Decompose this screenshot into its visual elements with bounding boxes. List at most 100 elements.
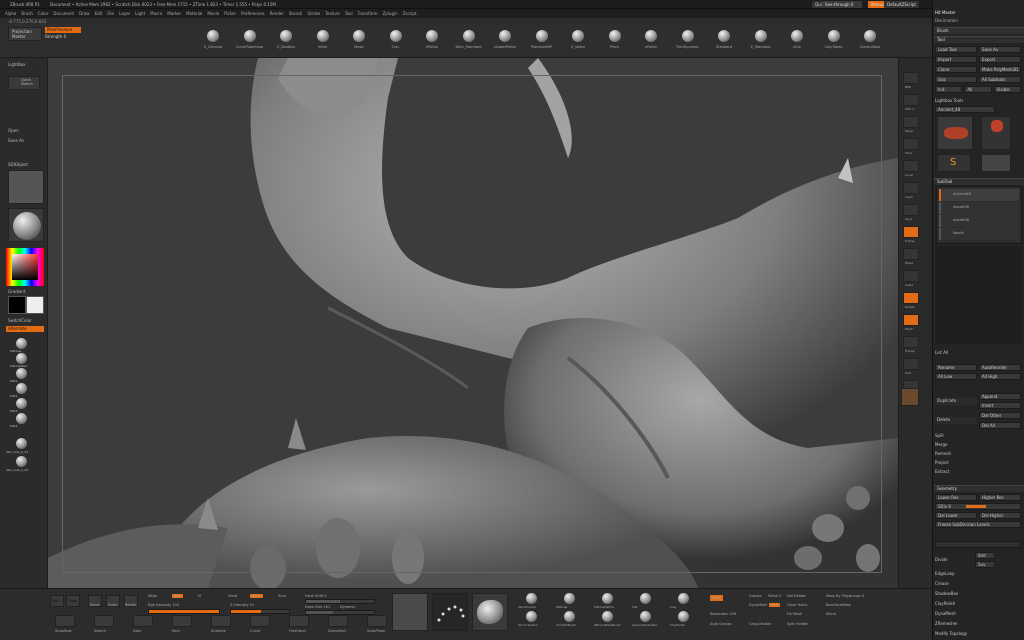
shelf-lsym[interactable]: LSym	[903, 182, 919, 199]
shelf-spix-3[interactable]: SPix 3	[903, 94, 919, 111]
seethrough-slider[interactable]: See-through 0	[822, 1, 862, 8]
save-as-button[interactable]: Save As	[8, 138, 24, 143]
zsub-button[interactable]: Zsub	[250, 594, 263, 598]
menu-stroke[interactable]: Stroke	[307, 11, 320, 16]
tool-section[interactable]: Tool	[934, 36, 1024, 43]
scale-button[interactable]: Scale	[106, 595, 120, 607]
brush-spolish[interactable]: sPolish	[638, 30, 664, 54]
material-button-icon[interactable]	[564, 593, 575, 604]
brush-section[interactable]: Brush	[934, 27, 1024, 34]
brush-curvetubesnap[interactable]: CurveTubeSnap	[236, 30, 263, 54]
tool-all-button[interactable]: All	[964, 86, 992, 93]
shelf-bpr[interactable]: BPR	[903, 72, 919, 89]
menu-edit[interactable]: Edit	[95, 11, 103, 16]
material-button-icon[interactable]	[678, 593, 689, 604]
shelf-floor[interactable]: Floor	[903, 138, 919, 155]
lower-res-button[interactable]: Lower Res	[935, 494, 977, 501]
del-hidden-button[interactable]: Del Hidden	[787, 594, 806, 598]
brush-z-sharp[interactable]: Z_sharp	[565, 30, 591, 54]
menu-picker[interactable]: Picker	[224, 11, 236, 16]
brush-trimdynamic[interactable]: TrimDynamic	[675, 30, 701, 54]
insert-button[interactable]: Insert	[979, 402, 1021, 409]
menu-layer[interactable]: Layer	[119, 11, 130, 16]
zadd-button[interactable]: Zadd	[228, 594, 237, 598]
mask-by-polygroups-slider[interactable]: Mask By Polygroups 0	[826, 594, 864, 598]
menu-zscript[interactable]: Zscript	[403, 11, 417, 16]
gradient-label[interactable]: Gradient	[8, 289, 25, 294]
menu-render[interactable]: Render	[270, 11, 284, 16]
strength-slider[interactable]: Strength 0	[45, 34, 81, 40]
menu-color[interactable]: Color	[38, 11, 48, 16]
tail-modify-topology[interactable]: Modify Topology	[935, 631, 1023, 638]
material-sphere-icon[interactable]	[16, 353, 27, 364]
brush-claybuildup[interactable]: Claybuildup	[857, 30, 883, 54]
menu-zplugin[interactable]: Zplugin	[383, 11, 398, 16]
resolution-slider[interactable]: Resolution 256	[710, 612, 736, 616]
move-button[interactable]: Move	[88, 595, 102, 607]
menu-tool[interactable]: Tool	[345, 11, 353, 16]
smt-toggle[interactable]: Smt	[975, 552, 995, 559]
freeze-subdivision-button[interactable]: Freeze SubDivision Levels	[935, 521, 1021, 528]
brush-mode-button[interactable]: MaxPressure	[45, 27, 81, 33]
append-button[interactable]: Append	[979, 393, 1021, 400]
switch-color-button[interactable]: SwitchColor	[8, 318, 32, 323]
material-button-icon[interactable]	[678, 611, 689, 622]
all-high-button[interactable]: All High	[979, 373, 1021, 380]
tool-clone-button[interactable]: Clone	[935, 66, 977, 73]
lightbox-label[interactable]: LightBox	[8, 62, 25, 67]
material-button-icon[interactable]	[640, 611, 651, 622]
shelf-scale[interactable]: Scale	[903, 270, 919, 287]
material-button-icon[interactable]	[602, 611, 613, 622]
shelf-local[interactable]: Local	[903, 160, 919, 177]
menu-stencil[interactable]: Stencil	[289, 11, 303, 16]
focal-shift-slider[interactable]	[305, 599, 375, 604]
tool-visible-button[interactable]: Visible	[993, 86, 1021, 93]
subtool-item[interactable]: mouth08	[939, 215, 1019, 227]
tool-init-button[interactable]: Init	[935, 86, 963, 93]
subtool-item[interactable]: mouth06	[939, 202, 1019, 214]
tool-thumb-main[interactable]	[937, 116, 973, 150]
stroke-preview[interactable]	[432, 593, 468, 631]
material-thumbnail[interactable]	[8, 208, 44, 242]
tool-thumb-simplebrush[interactable]: S	[937, 154, 971, 172]
brush-clay[interactable]: Clay	[383, 30, 409, 54]
menu-marker[interactable]: Marker	[167, 11, 181, 16]
suv-toggle[interactable]: Suv	[975, 561, 995, 568]
rename-button[interactable]: Rename	[935, 364, 977, 371]
menu-brush[interactable]: Brush	[21, 11, 33, 16]
quick-sketch-button[interactable]: Quick Sketch	[8, 76, 40, 90]
menu-file[interactable]: File	[107, 11, 114, 16]
tool-save-as-button[interactable]: Save As	[979, 46, 1021, 53]
del-lower-button[interactable]: Del Lower	[935, 512, 977, 519]
geometry-section[interactable]: Geometry	[934, 485, 1024, 492]
menu-movie[interactable]: Movie	[207, 11, 219, 16]
del-other-button[interactable]: Del Other	[979, 412, 1021, 419]
brush-z-cleanup[interactable]: Z_Cleanup	[200, 30, 226, 54]
tail-shadowbox[interactable]: ShadowBox	[935, 591, 1023, 598]
group-visible-button[interactable]: GroupVisible	[749, 622, 771, 626]
tool-all-subtools-button[interactable]: All Subtools	[979, 76, 1021, 83]
brush-planarizemp[interactable]: PlanarizeMP	[529, 30, 555, 54]
material-button-icon[interactable]	[564, 611, 575, 622]
stroke-dots-button[interactable]	[133, 615, 153, 627]
mirror-button[interactable]: Mirror	[826, 612, 836, 616]
brush-inflat[interactable]: Inflat	[310, 30, 336, 54]
rgb-button[interactable]: Rgb	[172, 594, 183, 598]
brush-scut[interactable]: sCut	[784, 30, 810, 54]
brush-z-standard[interactable]: Z_Standard	[748, 30, 774, 54]
stroke-snapshot-button[interactable]	[55, 615, 75, 627]
project-button[interactable]: Project	[935, 460, 1023, 467]
projection-master-button[interactable]: Projection Master	[8, 27, 42, 41]
menu-preferences[interactable]: Preferences	[241, 11, 265, 16]
material-sphere-icon[interactable]	[16, 398, 27, 409]
tool-export-button[interactable]: Export	[979, 56, 1021, 63]
auto-groups-button[interactable]: Auto Groups	[710, 622, 732, 626]
menu-texture[interactable]: Texture	[325, 11, 340, 16]
shelf-polyf[interactable]: PolyF	[903, 314, 919, 331]
current-tool-slider[interactable]: Ancient_48	[935, 106, 995, 113]
menu-draw[interactable]: Draw	[79, 11, 89, 16]
shelf-gxyz[interactable]: Gxyz	[903, 204, 919, 221]
brush-pinch[interactable]: Pinch	[602, 30, 628, 54]
tool-goz-button[interactable]: Goz	[935, 76, 977, 83]
zcut-button[interactable]: Zcut	[278, 594, 286, 598]
